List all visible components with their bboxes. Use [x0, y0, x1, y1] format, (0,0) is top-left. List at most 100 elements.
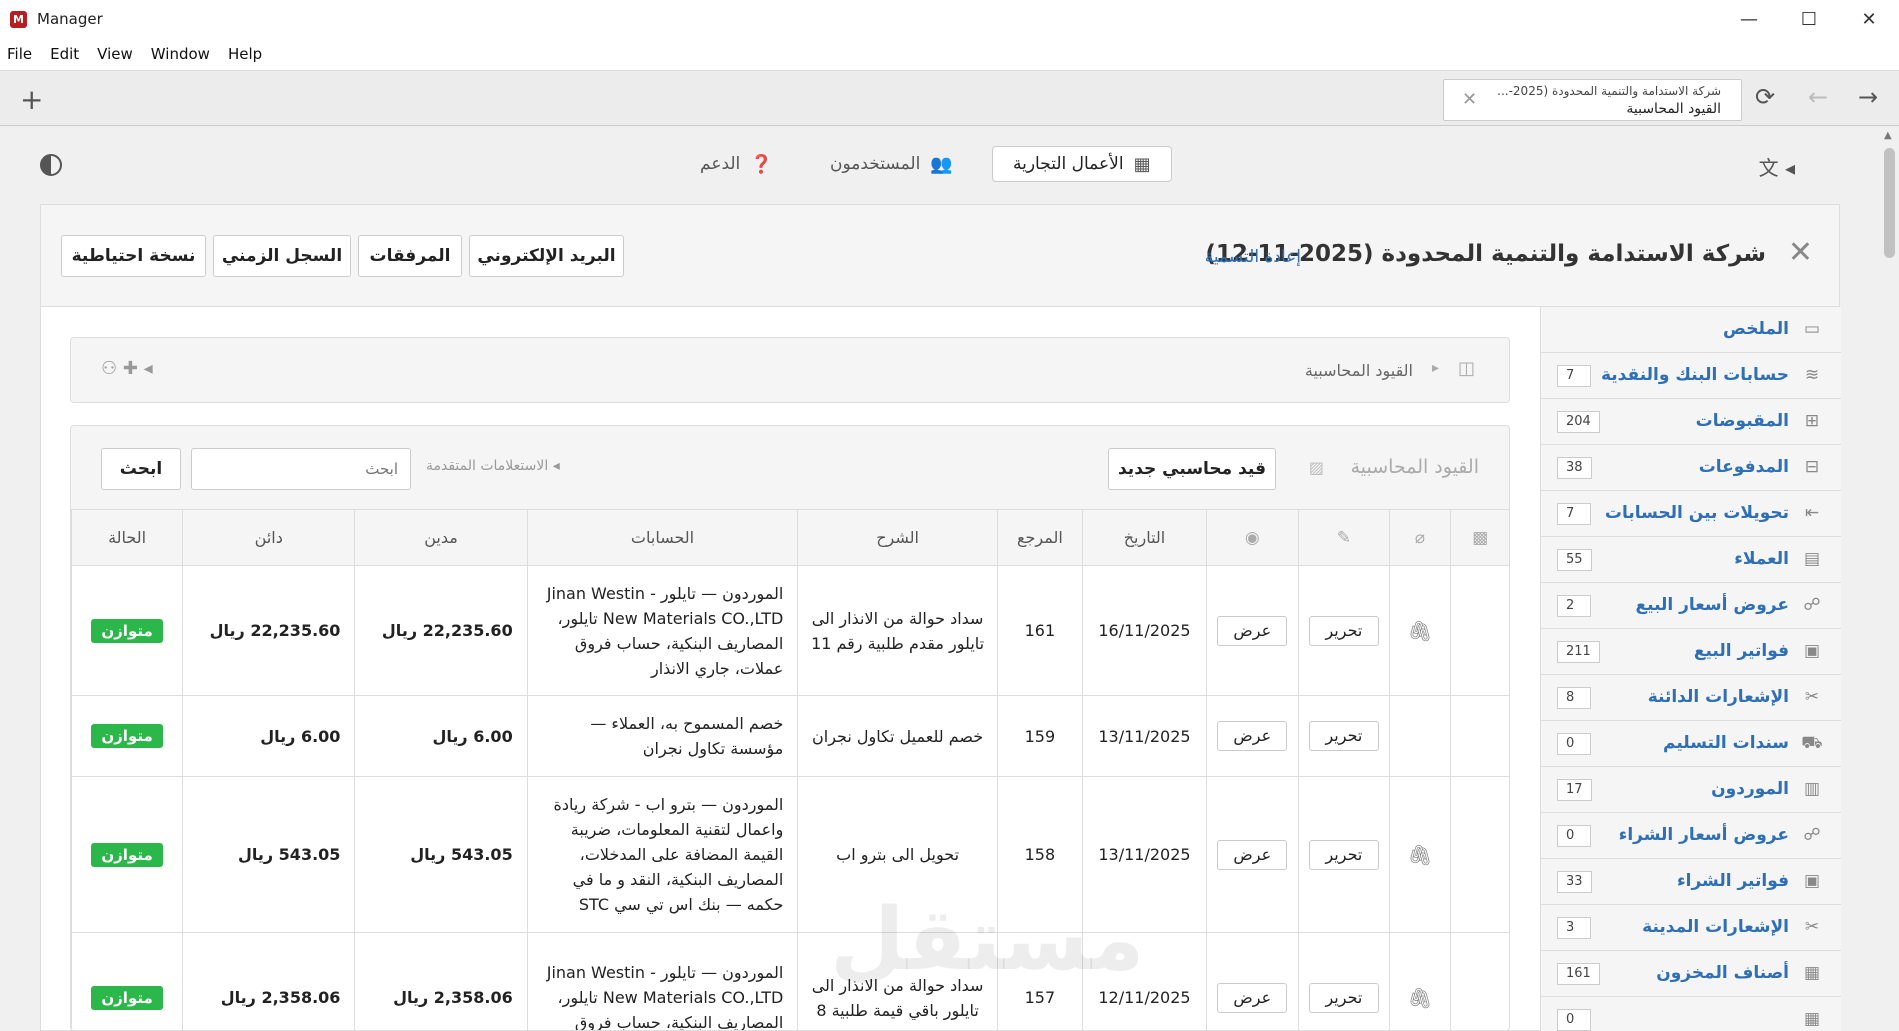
minimize-button[interactable]: — [1719, 0, 1779, 38]
sidebar-toggle-icon[interactable]: ◫ [1458, 358, 1475, 379]
refresh-icon[interactable]: ⟳ [1755, 83, 1775, 111]
scrollbar-thumb[interactable] [1884, 148, 1895, 258]
image-cell [1449, 695, 1509, 777]
view-cell: عرض [1205, 695, 1299, 777]
desc-column-header[interactable]: الشرح [797, 509, 998, 566]
date-column-header[interactable]: التاريخ [1081, 509, 1207, 566]
new-journal-entry-button[interactable]: قيد محاسبي جديد [1108, 448, 1276, 490]
edit-button[interactable]: تحرير [1308, 721, 1379, 751]
new-tab-button[interactable]: + [20, 83, 43, 116]
edit-button[interactable]: تحرير [1308, 839, 1379, 870]
view-button[interactable]: عرض [1217, 615, 1288, 646]
menu-help[interactable]: Help [228, 45, 262, 63]
sidebar-item-purchase-quotes[interactable]: ☍ عروض أسعار الشراء 0 [1541, 813, 1841, 859]
minus-square-icon: ⊟ [1804, 457, 1820, 477]
edit-button[interactable]: تحرير [1308, 615, 1379, 646]
paperclip-icon[interactable]: 🖇 [1407, 619, 1432, 643]
close-window-button[interactable]: ✕ [1839, 0, 1899, 38]
sidebar-item-receipts[interactable]: ⊞ المقبوضات 204 [1541, 399, 1841, 445]
sidebar-item-count: 7 [1557, 365, 1591, 387]
search-button[interactable]: ابحث [101, 448, 181, 490]
debit-column-header[interactable]: مدين [354, 509, 528, 566]
sidebar: ▭ الملخص ≋ حسابات البنك والنقدية 7 ⊞ الم… [1540, 307, 1841, 1031]
image-cell [1449, 932, 1509, 1030]
paperclip-icon[interactable]: 🖇 [1407, 986, 1432, 1010]
history-button[interactable]: السجل الزمني [213, 235, 351, 277]
scroll-up-icon[interactable]: ▲ [1884, 130, 1892, 141]
table-row: 🖇 تحرير عرض 13/11/2025 158 تحويل الى بتر… [71, 776, 1509, 933]
maximize-button[interactable]: ☐ [1779, 0, 1839, 38]
accounts-column-header[interactable]: الحسابات [526, 509, 799, 566]
menu-view[interactable]: View [97, 45, 133, 63]
close-business-icon[interactable]: ✕ [1788, 235, 1813, 270]
nav-business[interactable]: ▦ الأعمال التجارية [992, 146, 1172, 182]
extensions-icon[interactable]: ⚇ ✚ ◂ [101, 358, 153, 379]
entries-title: القيود المحاسبية [1350, 456, 1479, 478]
view-button[interactable]: عرض [1217, 721, 1288, 751]
edit-button[interactable]: تحرير [1308, 982, 1379, 1013]
sidebar-item-credit-notes[interactable]: ✂ الإشعارات الدائنة 8 [1541, 675, 1841, 721]
ref-cell: 157 [996, 932, 1083, 1030]
sidebar-item-label: الإشعارات المدينة [1642, 917, 1789, 937]
ref-column-header[interactable]: المرجع [996, 509, 1083, 566]
sidebar-item-sales-quotes[interactable]: ☍ عروض أسعار البيع 2 [1541, 583, 1841, 629]
sidebar-item-label: عروض أسعار البيع [1635, 595, 1789, 615]
view-button[interactable]: عرض [1217, 982, 1288, 1013]
table-row: 🖇 تحرير عرض 16/11/2025 161 سداد حوالة من… [71, 565, 1509, 696]
vertical-scrollbar[interactable]: ▲ [1880, 126, 1899, 1031]
date-cell: 16/11/2025 [1081, 565, 1207, 696]
sidebar-item-inventory-items[interactable]: ▦ أصناف المخزون 161 [1541, 951, 1841, 997]
advanced-queries-link[interactable]: ◂ الاستعلامات المتقدمة [426, 458, 560, 474]
contrast-icon[interactable] [40, 154, 62, 176]
edit-cell: تحرير [1297, 565, 1391, 696]
sidebar-item-transfers[interactable]: ⇤ تحويلات بين الحسابات 7 [1541, 491, 1841, 537]
forward-arrow-icon[interactable]: → [1858, 83, 1878, 111]
attachment-cell: 🖇 [1389, 932, 1451, 1030]
sidebar-item-count: 33 [1557, 871, 1592, 893]
address-clear-icon[interactable]: ✕ [1462, 89, 1477, 110]
debit-cell: 22,235.60 ريال [354, 565, 528, 696]
factory-icon: ▥ [1803, 779, 1821, 799]
window-title: Manager [37, 10, 103, 28]
search-input[interactable] [191, 448, 411, 490]
edit-column-header: ✎ [1297, 509, 1391, 566]
sidebar-item-inventory-partial[interactable]: ▦ 0 [1541, 997, 1841, 1031]
sidebar-item-debit-notes[interactable]: ✂ الإشعارات المدينة 3 [1541, 905, 1841, 951]
sidebar-item-sales-invoices[interactable]: ▣ فواتير البيع 211 [1541, 629, 1841, 675]
nav-support[interactable]: ❓ الدعم [700, 146, 773, 182]
paperclip-icon[interactable]: 🖇 [1407, 843, 1432, 867]
sidebar-item-label: العملاء [1734, 549, 1789, 569]
address-box[interactable]: ✕ شركة الاستدامة والتنمية المحدودة (2025… [1443, 79, 1742, 121]
sidebar-item-payments[interactable]: ⊟ المدفوعات 38 [1541, 445, 1841, 491]
menu-edit[interactable]: Edit [50, 45, 79, 63]
back-arrow-icon[interactable]: ← [1808, 83, 1828, 111]
sidebar-item-suppliers[interactable]: ▥ الموردون 17 [1541, 767, 1841, 813]
sidebar-item-label: سندات التسليم [1663, 733, 1789, 753]
sidebar-item-bank-cash[interactable]: ≋ حسابات البنك والنقدية 7 [1541, 353, 1841, 399]
translate-icon[interactable]: 文 ◂ [1759, 152, 1795, 181]
backup-button[interactable]: نسخة احتياطية [61, 235, 206, 277]
building-icon: ▦ [1133, 153, 1151, 175]
sidebar-item-customers[interactable]: ▤ العملاء 55 [1541, 537, 1841, 583]
sidebar-item-delivery-notes[interactable]: ⛟ سندات التسليم 0 [1541, 721, 1841, 767]
menu-window[interactable]: Window [151, 45, 210, 63]
status-column-header[interactable]: الحالة [71, 509, 184, 566]
view-cell: عرض [1205, 565, 1299, 696]
attachments-button[interactable]: المرفقات [358, 235, 462, 277]
credit-column-header[interactable]: دائن [182, 509, 356, 566]
ref-cell: 158 [996, 776, 1083, 933]
sidebar-item-summary[interactable]: ▭ الملخص [1541, 307, 1841, 353]
ref-cell: 159 [996, 695, 1083, 777]
menu-file[interactable]: File [7, 45, 32, 63]
status-badge: متوازن [91, 724, 163, 748]
status-cell: متوازن [71, 695, 184, 777]
nav-users[interactable]: 👥 المستخدمون [830, 146, 953, 182]
accounts-cell: الموردون — بترو اب - شركة ريادة واعمال ل… [526, 776, 799, 933]
view-button[interactable]: عرض [1217, 839, 1288, 870]
credit-cell: 22,235.60 ريال [182, 565, 356, 696]
rename-link[interactable]: إعادة التسمية [1205, 247, 1301, 267]
sidebar-item-purchase-invoices[interactable]: ▣ فواتير الشراء 33 [1541, 859, 1841, 905]
email-button[interactable]: البريد الإلكتروني [469, 235, 624, 277]
edit-cell: تحرير [1297, 776, 1391, 933]
credit-cell: 543.05 ريال [182, 776, 356, 933]
